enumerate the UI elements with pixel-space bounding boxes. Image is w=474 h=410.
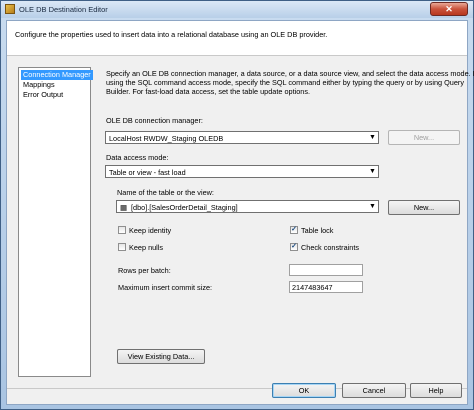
chevron-down-icon[interactable]: ▼ bbox=[367, 132, 378, 143]
keep-nulls-label: Keep nulls bbox=[129, 243, 164, 252]
nav-item-mappings[interactable]: Mappings bbox=[21, 80, 57, 90]
nav-item-error-output[interactable]: Error Output bbox=[21, 90, 65, 100]
connection-label: OLE DB connection manager: bbox=[106, 116, 203, 125]
table-lock-label: Table lock bbox=[301, 226, 334, 235]
keep-nulls-checkbox[interactable] bbox=[118, 243, 126, 251]
table-value: [dbo].[SalesOrderDetail_Staging] bbox=[131, 203, 238, 212]
help-button[interactable]: Help bbox=[410, 383, 462, 398]
check-constraints-label: Check constraints bbox=[301, 243, 359, 252]
new-connection-button[interactable]: New... bbox=[388, 130, 460, 145]
chevron-down-icon[interactable]: ▼ bbox=[367, 166, 378, 177]
table-select[interactable]: ▦ [dbo].[SalesOrderDetail_Staging] ▼ bbox=[116, 200, 379, 213]
connection-value: LocalHost RWDW_Staging OLEDB bbox=[109, 134, 224, 143]
max-insert-commit-label: Maximum insert commit size: bbox=[118, 283, 213, 292]
table-icon: ▦ bbox=[120, 203, 127, 212]
table-label: Name of the table or the view: bbox=[117, 188, 214, 197]
window-title: OLE DB Destination Editor bbox=[19, 5, 108, 14]
keep-identity-label: Keep identity bbox=[129, 226, 172, 235]
max-insert-commit-input[interactable]: 2147483647 bbox=[289, 281, 363, 293]
nav-item-connection-manager[interactable]: Connection Manager bbox=[21, 70, 93, 80]
header-description: Configure the properties used to insert … bbox=[15, 30, 328, 39]
max-insert-commit-value: 2147483647 bbox=[292, 283, 333, 292]
view-existing-data-button[interactable]: View Existing Data... bbox=[117, 349, 205, 364]
rows-per-batch-input[interactable] bbox=[289, 264, 363, 276]
ok-button[interactable]: OK bbox=[272, 383, 336, 398]
description-line-1: Specify an OLE DB connection manager, a … bbox=[106, 69, 474, 78]
access-mode-label: Data access mode: bbox=[106, 153, 169, 162]
keep-identity-checkbox[interactable] bbox=[118, 226, 126, 234]
table-lock-checkbox[interactable]: ✓ bbox=[290, 226, 298, 234]
check-constraints-checkbox[interactable]: ✓ bbox=[290, 243, 298, 251]
access-mode-value: Table or view - fast load bbox=[109, 168, 186, 177]
description-line-2: using the SQL command access mode, speci… bbox=[106, 78, 464, 87]
cancel-button[interactable]: Cancel bbox=[342, 383, 406, 398]
nav-list: Connection Manager Mappings Error Output bbox=[18, 67, 93, 377]
title-bar[interactable]: OLE DB Destination Editor ✕ bbox=[1, 1, 473, 18]
dialog-client-area: Configure the properties used to insert … bbox=[6, 20, 474, 405]
chevron-down-icon[interactable]: ▼ bbox=[367, 201, 378, 212]
connection-manager-select[interactable]: LocalHost RWDW_Staging OLEDB ▼ bbox=[105, 131, 379, 144]
editor-window: OLE DB Destination Editor ✕ Configure th… bbox=[0, 0, 474, 410]
close-button[interactable]: ✕ bbox=[430, 2, 468, 16]
description-line-3: Builder. For fast-load data access, set … bbox=[106, 87, 311, 96]
rows-per-batch-label: Rows per batch: bbox=[118, 266, 171, 275]
new-table-button[interactable]: New... bbox=[388, 200, 460, 215]
app-icon bbox=[5, 4, 15, 14]
access-mode-select[interactable]: Table or view - fast load ▼ bbox=[105, 165, 379, 178]
header-panel: Configure the properties used to insert … bbox=[7, 21, 467, 56]
